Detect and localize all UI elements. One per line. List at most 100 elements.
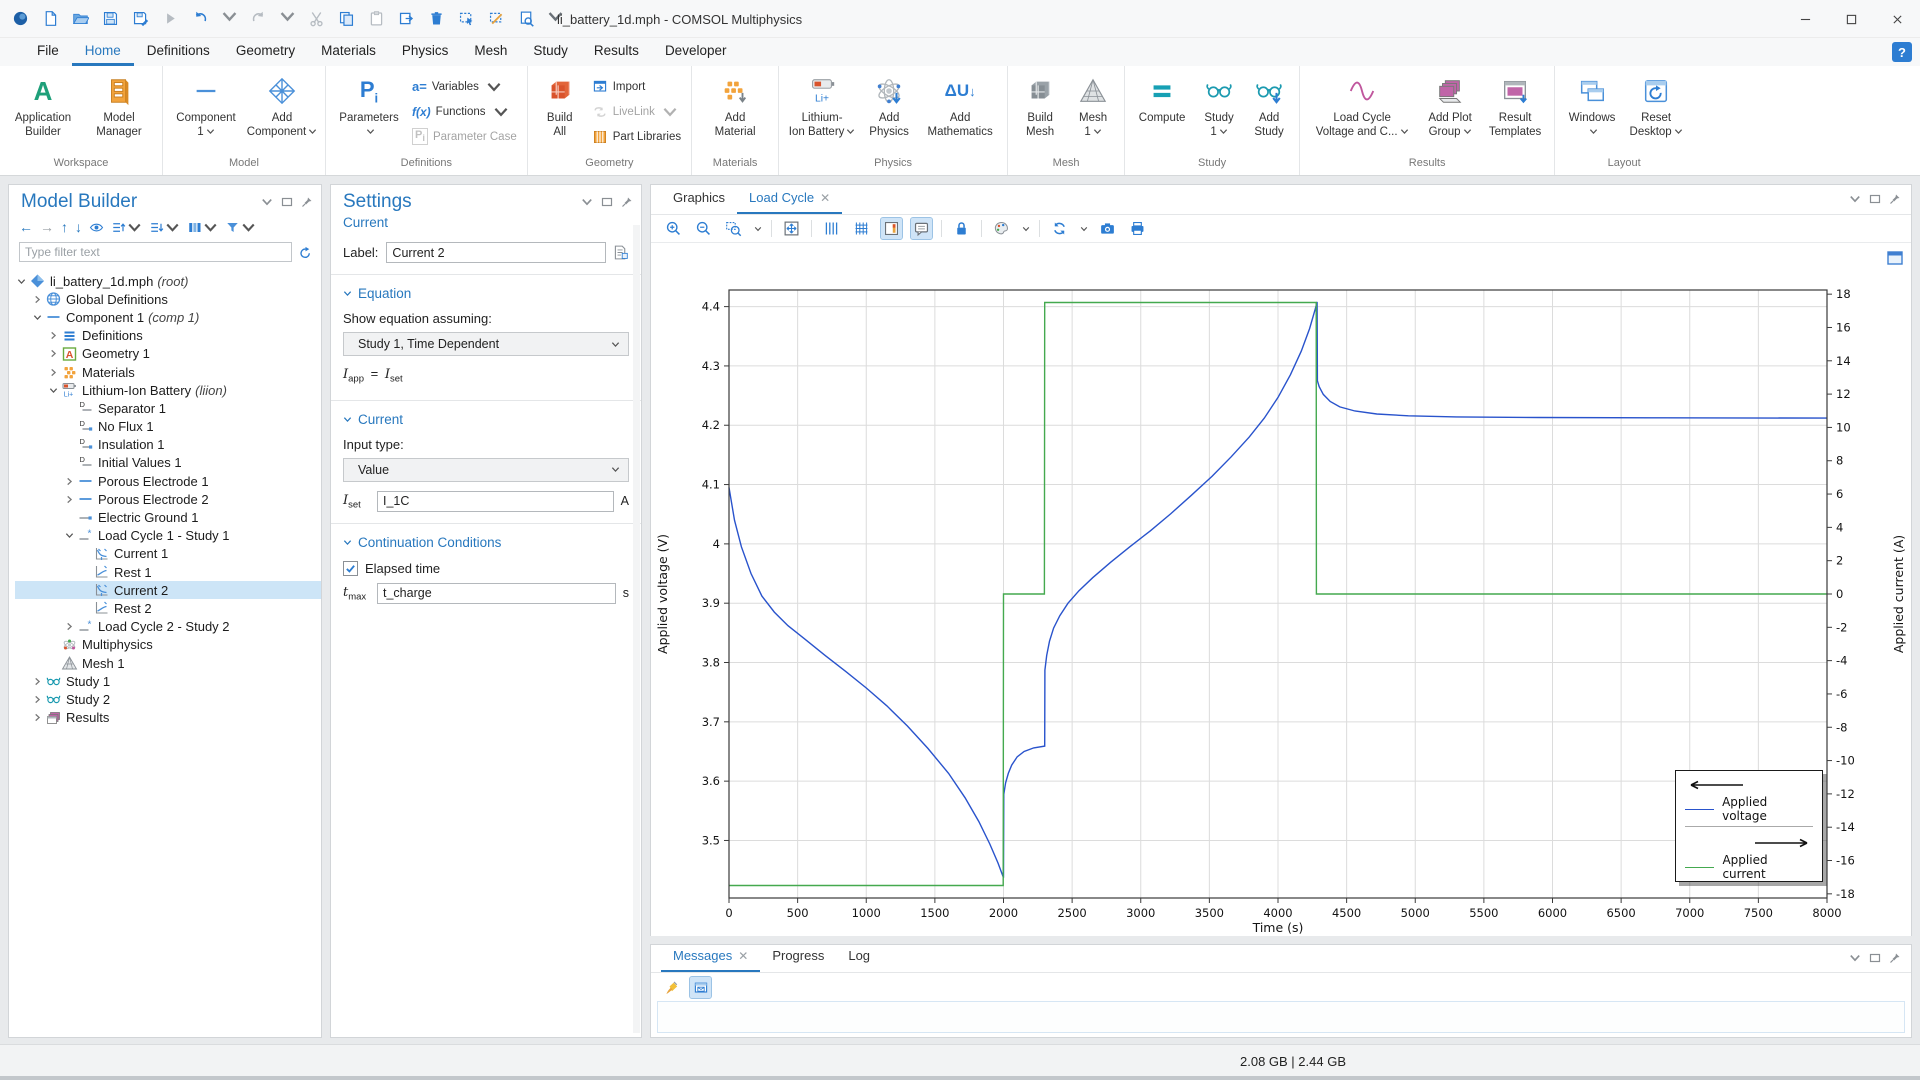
update-plot-icon[interactable] [1049, 218, 1070, 239]
tab-definitions[interactable]: Definitions [134, 38, 223, 66]
functions-button[interactable]: f(x) Functions [412, 101, 517, 123]
reset-desktop-button[interactable]: ResetDesktop [1625, 70, 1687, 153]
annotations-icon[interactable] [911, 218, 932, 239]
section-current[interactable]: Current [331, 408, 641, 431]
tab-load-cycle[interactable]: Load Cycle ✕ [737, 190, 842, 214]
model-tree-columns-icon[interactable] [187, 220, 218, 235]
show-icon[interactable] [89, 220, 104, 235]
collapse-all-icon[interactable] [111, 220, 142, 235]
label-input[interactable] [386, 242, 606, 263]
tree-item-mesh-1[interactable]: Mesh 1 [15, 654, 321, 672]
undo-icon[interactable] [190, 9, 210, 29]
delete-icon[interactable] [426, 9, 446, 29]
open-file-icon[interactable] [70, 9, 90, 29]
float-panel-icon[interactable] [1869, 193, 1881, 205]
clear-messages-icon[interactable] [661, 977, 682, 998]
back-icon[interactable]: ← [19, 219, 33, 235]
tree-item-separator-1[interactable]: Separator 1 [15, 399, 321, 417]
tree-item-load-cycle-2[interactable]: Load Cycle 2 - Study 2 [15, 618, 321, 636]
tree-item-current-1[interactable]: Current 1 [15, 545, 321, 563]
tree-item-global-definitions[interactable]: Global Definitions [15, 290, 321, 308]
tab-developer[interactable]: Developer [652, 38, 740, 66]
deselect-icon[interactable] [486, 9, 506, 29]
parameters-button[interactable]: Pi Parameters [332, 70, 406, 153]
import-button[interactable]: Import [592, 76, 681, 98]
tree-item-lithium-ion-battery[interactable]: Lithium-Ion Battery(liion) [15, 381, 321, 399]
pin-panel-icon[interactable] [1889, 952, 1901, 964]
copy-icon[interactable] [336, 9, 356, 29]
grid-icon[interactable] [851, 218, 872, 239]
filter-icon[interactable] [225, 220, 256, 235]
lock-axes-icon[interactable] [951, 218, 972, 239]
elapsed-time-checkbox[interactable] [343, 561, 358, 576]
add-physics-button[interactable]: AddPhysics [861, 70, 917, 153]
pin-panel-icon[interactable] [621, 196, 633, 208]
float-panel-icon[interactable] [281, 196, 293, 208]
collapse-panel-icon[interactable] [1849, 952, 1861, 964]
tab-messages[interactable]: Messages ✕ [661, 948, 760, 972]
tree-item-insulation-1[interactable]: Insulation 1 [15, 436, 321, 454]
tree-item-current-2[interactable]: Current 2 [15, 581, 321, 599]
tree-item-materials[interactable]: Materials [15, 363, 321, 381]
zoom-out-icon[interactable] [693, 218, 714, 239]
tree-item-electric-ground-1[interactable]: Electric Ground 1 [15, 508, 321, 526]
float-panel-icon[interactable] [601, 196, 613, 208]
tree-item-no-flux-1[interactable]: No Flux 1 [15, 418, 321, 436]
rename-node-icon[interactable] [612, 244, 629, 261]
snapshot-icon[interactable] [1097, 218, 1118, 239]
component-1-button[interactable]: Component1 [169, 70, 243, 153]
plot-properties-icon[interactable] [1887, 250, 1903, 266]
load-cycle-plot-button[interactable]: Load CycleVoltage and C... [1306, 70, 1418, 153]
collapse-panel-icon[interactable] [261, 196, 273, 208]
tree-item-results[interactable]: Results [15, 709, 321, 727]
mesh-1-button[interactable]: Mesh1 [1068, 70, 1118, 153]
save-as-icon[interactable] [130, 9, 150, 29]
color-palette-icon[interactable] [991, 218, 1012, 239]
cut-icon[interactable] [306, 9, 326, 29]
input-type-dropdown[interactable]: Value [343, 458, 629, 482]
tab-physics[interactable]: Physics [389, 38, 462, 66]
zoom-extents-icon[interactable] [781, 218, 802, 239]
tab-results[interactable]: Results [581, 38, 652, 66]
windows-button[interactable]: Windows [1561, 70, 1623, 153]
duplicate-icon[interactable] [396, 9, 416, 29]
tab-file[interactable]: File [24, 38, 72, 66]
refresh-icon[interactable] [298, 245, 313, 260]
tab-geometry[interactable]: Geometry [223, 38, 308, 66]
tab-graphics[interactable]: Graphics [661, 190, 737, 214]
minimize-button[interactable] [1782, 0, 1828, 38]
show-legend-icon[interactable] [881, 218, 902, 239]
save-icon[interactable] [100, 9, 120, 29]
add-component-button[interactable]: AddComponent [245, 70, 319, 153]
tab-mesh[interactable]: Mesh [461, 38, 520, 66]
close-tab-icon[interactable]: ✕ [820, 191, 830, 205]
build-all-button[interactable]: BuildAll [534, 70, 586, 153]
print-icon[interactable] [1127, 218, 1148, 239]
redo-icon[interactable] [248, 9, 268, 29]
tree-item-root[interactable]: li_battery_1d.mph(root) [15, 272, 321, 290]
variables-button[interactable]: a= Variables [412, 76, 517, 98]
iset-input[interactable] [377, 491, 614, 512]
section-continuation-conditions[interactable]: Continuation Conditions [331, 531, 641, 554]
pin-panel-icon[interactable] [1889, 193, 1901, 205]
tree-item-study-1[interactable]: Study 1 [15, 672, 321, 690]
move-up-icon[interactable]: ↑ [61, 219, 68, 235]
tree-item-rest-1[interactable]: Rest 1 [15, 563, 321, 581]
tab-log[interactable]: Log [836, 948, 882, 972]
equation-study-dropdown[interactable]: Study 1, Time Dependent [343, 332, 629, 356]
build-mesh-button[interactable]: BuildMesh [1014, 70, 1066, 153]
tree-item-component-1[interactable]: Component 1(comp 1) [15, 308, 321, 326]
tree-item-porous-electrode-2[interactable]: Porous Electrode 2 [15, 490, 321, 508]
collapse-panel-icon[interactable] [581, 196, 593, 208]
zoom-box-icon[interactable] [723, 218, 744, 239]
message-window-icon[interactable] [690, 977, 711, 998]
add-mathematics-button[interactable]: ΔU↓ AddMathematics [919, 70, 1001, 153]
tree-item-multiphysics[interactable]: Multiphysics [15, 636, 321, 654]
tab-progress[interactable]: Progress [760, 948, 836, 972]
add-material-button[interactable]: AddMaterial [698, 70, 772, 153]
part-libraries-button[interactable]: Part Libraries [592, 126, 681, 148]
tree-item-rest-2[interactable]: Rest 2 [15, 599, 321, 617]
select-box-icon[interactable] [456, 9, 476, 29]
close-tab-icon[interactable]: ✕ [738, 949, 748, 963]
tree-item-porous-electrode-1[interactable]: Porous Electrode 1 [15, 472, 321, 490]
